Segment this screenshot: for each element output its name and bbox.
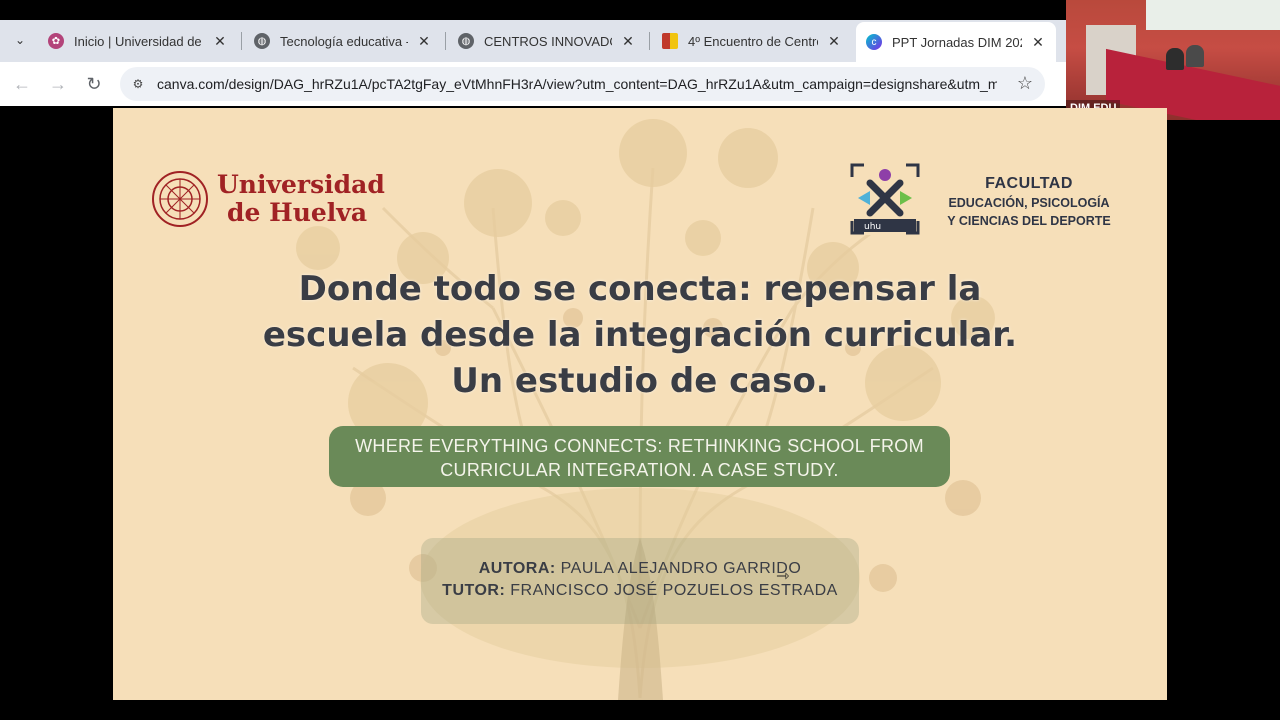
tab-ppt-jornadas[interactable]: c PPT Jornadas DIM 2026 ✕ [856, 22, 1056, 62]
tab-separator [649, 32, 650, 50]
tutor-label: TUTOR: [442, 582, 506, 599]
close-tab-icon[interactable]: ✕ [620, 33, 636, 50]
tab-title: Inicio | Universidad de Hu [74, 33, 204, 49]
slide-title: Donde todo se conecta: repensar la escue… [193, 266, 1087, 404]
tab-title: CENTROS INNOVADORE: [484, 33, 612, 49]
address-bar[interactable]: ⚙ canva.com/design/DAG_hrRZu1A/pcTA2tgFa… [120, 67, 1045, 101]
globe-icon: ◍ [254, 33, 270, 49]
forward-arrow-icon[interactable]: → [46, 72, 70, 96]
back-arrow-icon[interactable]: ← [10, 72, 34, 96]
flag-favicon-icon [662, 33, 678, 49]
webcam-person [1186, 45, 1204, 67]
tab-title: Tecnología educativa - W [280, 33, 408, 49]
globe-icon: ◍ [458, 33, 474, 49]
faculty-subtitle-line2: Y CIENCIAS DEL DEPORTE [947, 214, 1111, 228]
faculty-logo-icon: uhu [850, 163, 920, 235]
tab-separator [241, 32, 242, 50]
author-name: PAULA ALEJANDRO GARRIDO [560, 560, 802, 577]
close-tab-icon[interactable]: ✕ [212, 33, 228, 50]
author-label: AUTORA: [478, 560, 556, 577]
slide-title-line3: Un estudio de caso. [451, 361, 829, 401]
english-title-box: WHERE EVERYTHING CONNECTS: RETHINKING SC… [329, 426, 950, 487]
canva-favicon-icon: c [866, 34, 882, 50]
faculty-subtitle-line1: EDUCACIÓN, PSICOLOGÍA [948, 196, 1110, 210]
tab-search-dropdown-icon[interactable]: ⌄ [8, 28, 32, 52]
english-title-line1: WHERE EVERYTHING CONNECTS: RETHINKING SC… [355, 436, 924, 456]
slide-title-line1: Donde todo se conecta: repensar la [298, 269, 982, 309]
close-tab-icon[interactable]: ✕ [416, 33, 432, 50]
authors-box: AUTORA: PAULA ALEJANDRO GARRIDO TUTOR: F… [421, 538, 859, 624]
tutor-line: TUTOR: FRANCISCO JOSÉ POZUELOS ESTRADA [421, 582, 859, 600]
author-line: AUTORA: PAULA ALEJANDRO GARRIDO [421, 560, 859, 578]
bottom-letterbox [0, 700, 1280, 720]
url-text[interactable]: canva.com/design/DAG_hrRZu1A/pcTA2tgFay_… [157, 76, 997, 92]
university-seal-icon [152, 171, 208, 227]
english-title-line2: CURRICULAR INTEGRATION. A CASE STUDY. [440, 460, 839, 480]
universidad-huelva-logo: Universidad de Huelva [151, 170, 385, 232]
projector-screen [1146, 0, 1280, 30]
site-info-icon[interactable]: ⚙ [130, 76, 146, 92]
webcam-person [1166, 48, 1184, 70]
tab-universidad-huelva[interactable]: ✿ Inicio | Universidad de Hu ✕ [38, 25, 238, 57]
university-name-line2: de Huelva [227, 198, 368, 227]
tab-title: 4º Encuentro de Centros [688, 33, 818, 49]
webcam-thumbnail: DIM EDU [1066, 0, 1280, 120]
close-tab-icon[interactable]: ✕ [826, 33, 842, 50]
tab-title: PPT Jornadas DIM 2026 [892, 34, 1022, 50]
slide-title-line2: escuela desde la integración curricular. [262, 315, 1018, 355]
tab-separator [445, 32, 446, 50]
english-title: WHERE EVERYTHING CONNECTS: RETHINKING SC… [329, 434, 950, 482]
faculty-brand-text: uhu [864, 222, 881, 232]
university-favicon-icon: ✿ [48, 33, 64, 49]
browser-toolbar: ← → ↻ ⚙ canva.com/design/DAG_hrRZu1A/pcT… [0, 62, 1066, 106]
tab-encuentro-centros[interactable]: 4º Encuentro de Centros ✕ [652, 25, 852, 57]
close-tab-icon[interactable]: ✕ [1030, 34, 1046, 51]
presentation-slide: Universidad de Huelva uhu FACULTAD EDUCA… [113, 108, 1167, 700]
bookmark-star-icon[interactable]: ☆ [1017, 73, 1033, 94]
reload-icon[interactable]: ↻ [82, 72, 106, 96]
tab-centros-innovadores[interactable]: ◍ CENTROS INNOVADORE: ✕ [448, 25, 646, 57]
university-name-line1: Universidad [217, 170, 385, 199]
tab-tecnologia-educativa[interactable]: ◍ Tecnología educativa - W ✕ [244, 25, 442, 57]
mouse-cursor-icon: ⇾ [776, 568, 790, 585]
faculty-title: FACULTAD [985, 175, 1073, 192]
screen: ⌄ ✿ Inicio | Universidad de Hu ✕ ◍ Tecno… [0, 0, 1280, 720]
